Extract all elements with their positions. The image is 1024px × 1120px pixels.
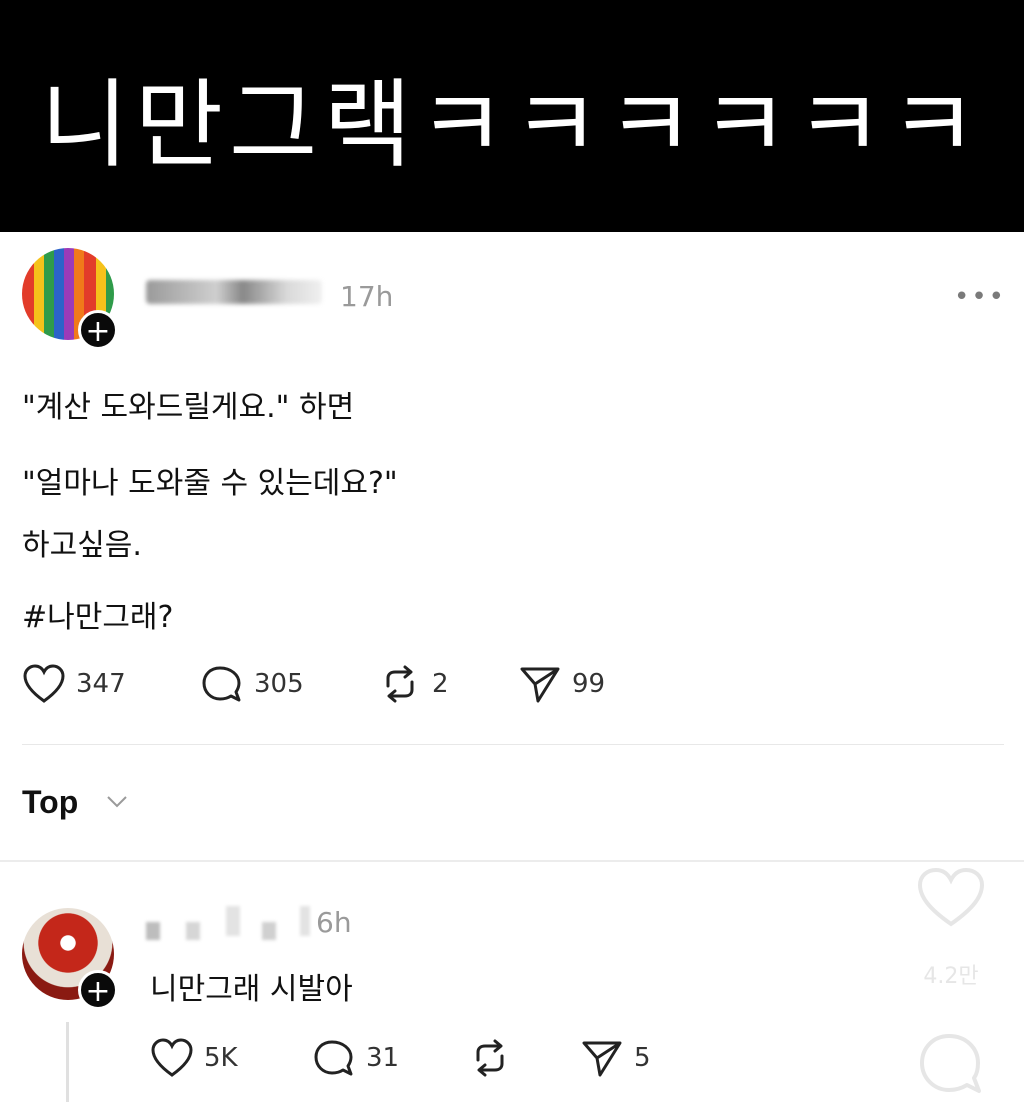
plus-icon[interactable]: +	[78, 970, 118, 1010]
like-button[interactable]: 5K	[150, 1036, 238, 1080]
share-count: 5	[634, 1043, 651, 1073]
comment-icon[interactable]	[916, 1030, 986, 1100]
banner-caption: 니만그랙ㅋㅋㅋㅋㅋㅋ	[40, 68, 984, 181]
heart-icon	[151, 1038, 193, 1077]
reply-timestamp: 6h	[316, 906, 352, 939]
heart-icon	[23, 664, 65, 703]
caption-banner: 니만그랙ㅋㅋㅋㅋㅋㅋ	[0, 0, 1024, 232]
sort-dropdown[interactable]: Top	[22, 784, 78, 821]
share-button[interactable]: 5	[580, 1036, 651, 1080]
repost-button[interactable]	[468, 1036, 512, 1080]
reply-username-blurred	[146, 922, 160, 940]
repost-button[interactable]: 2	[378, 662, 449, 706]
comment-icon	[314, 1040, 353, 1076]
share-icon	[582, 1041, 622, 1077]
share-icon	[520, 667, 560, 703]
post-text-line-1: "계산 도와드릴게요." 하면	[22, 390, 355, 425]
like-button[interactable]: 347	[22, 662, 126, 706]
post-hashtag[interactable]: #나만그래?	[22, 592, 173, 636]
reply-username-blurred	[262, 922, 276, 940]
reply-count: 31	[366, 1043, 400, 1073]
post-text-line-3: 하고싶음.	[22, 528, 142, 563]
like-count: 5K	[204, 1043, 238, 1073]
repost-icon	[476, 1039, 504, 1077]
reply-username-blurred	[186, 922, 200, 940]
reply-button[interactable]: 31	[312, 1036, 399, 1080]
reply-post: + 6h 니만그래 시발아 5K 31 5	[0, 862, 1024, 1120]
post-text-line-2: "얼마나 도와줄 수 있는데요?"	[22, 466, 398, 501]
username-blurred	[146, 280, 322, 304]
post-timestamp: 17h	[340, 280, 394, 313]
thread-line	[66, 1022, 69, 1102]
reply-username-blurred	[300, 906, 310, 936]
reply-text: 니만그래 시발아	[150, 972, 353, 1007]
repost-count: 2	[432, 669, 449, 699]
like-count: 347	[76, 669, 126, 699]
comment-icon	[202, 666, 241, 702]
reply-username-blurred	[226, 906, 240, 936]
more-icon[interactable]: •••	[954, 282, 1006, 312]
heart-icon[interactable]	[916, 866, 986, 930]
plus-icon[interactable]: +	[78, 310, 118, 350]
reply-count: 305	[254, 669, 304, 699]
overlay-like-count: 4.2만	[923, 964, 979, 989]
repost-icon	[386, 665, 414, 703]
share-button[interactable]: 99	[518, 662, 605, 706]
divider	[22, 744, 1004, 745]
share-count: 99	[572, 669, 606, 699]
thread-post: + 17h ••• "계산 도와드릴게요." 하면 "얼마나 도와줄 수 있는데…	[0, 232, 1024, 862]
chevron-down-icon	[107, 796, 127, 808]
reply-button[interactable]: 305	[200, 662, 304, 706]
